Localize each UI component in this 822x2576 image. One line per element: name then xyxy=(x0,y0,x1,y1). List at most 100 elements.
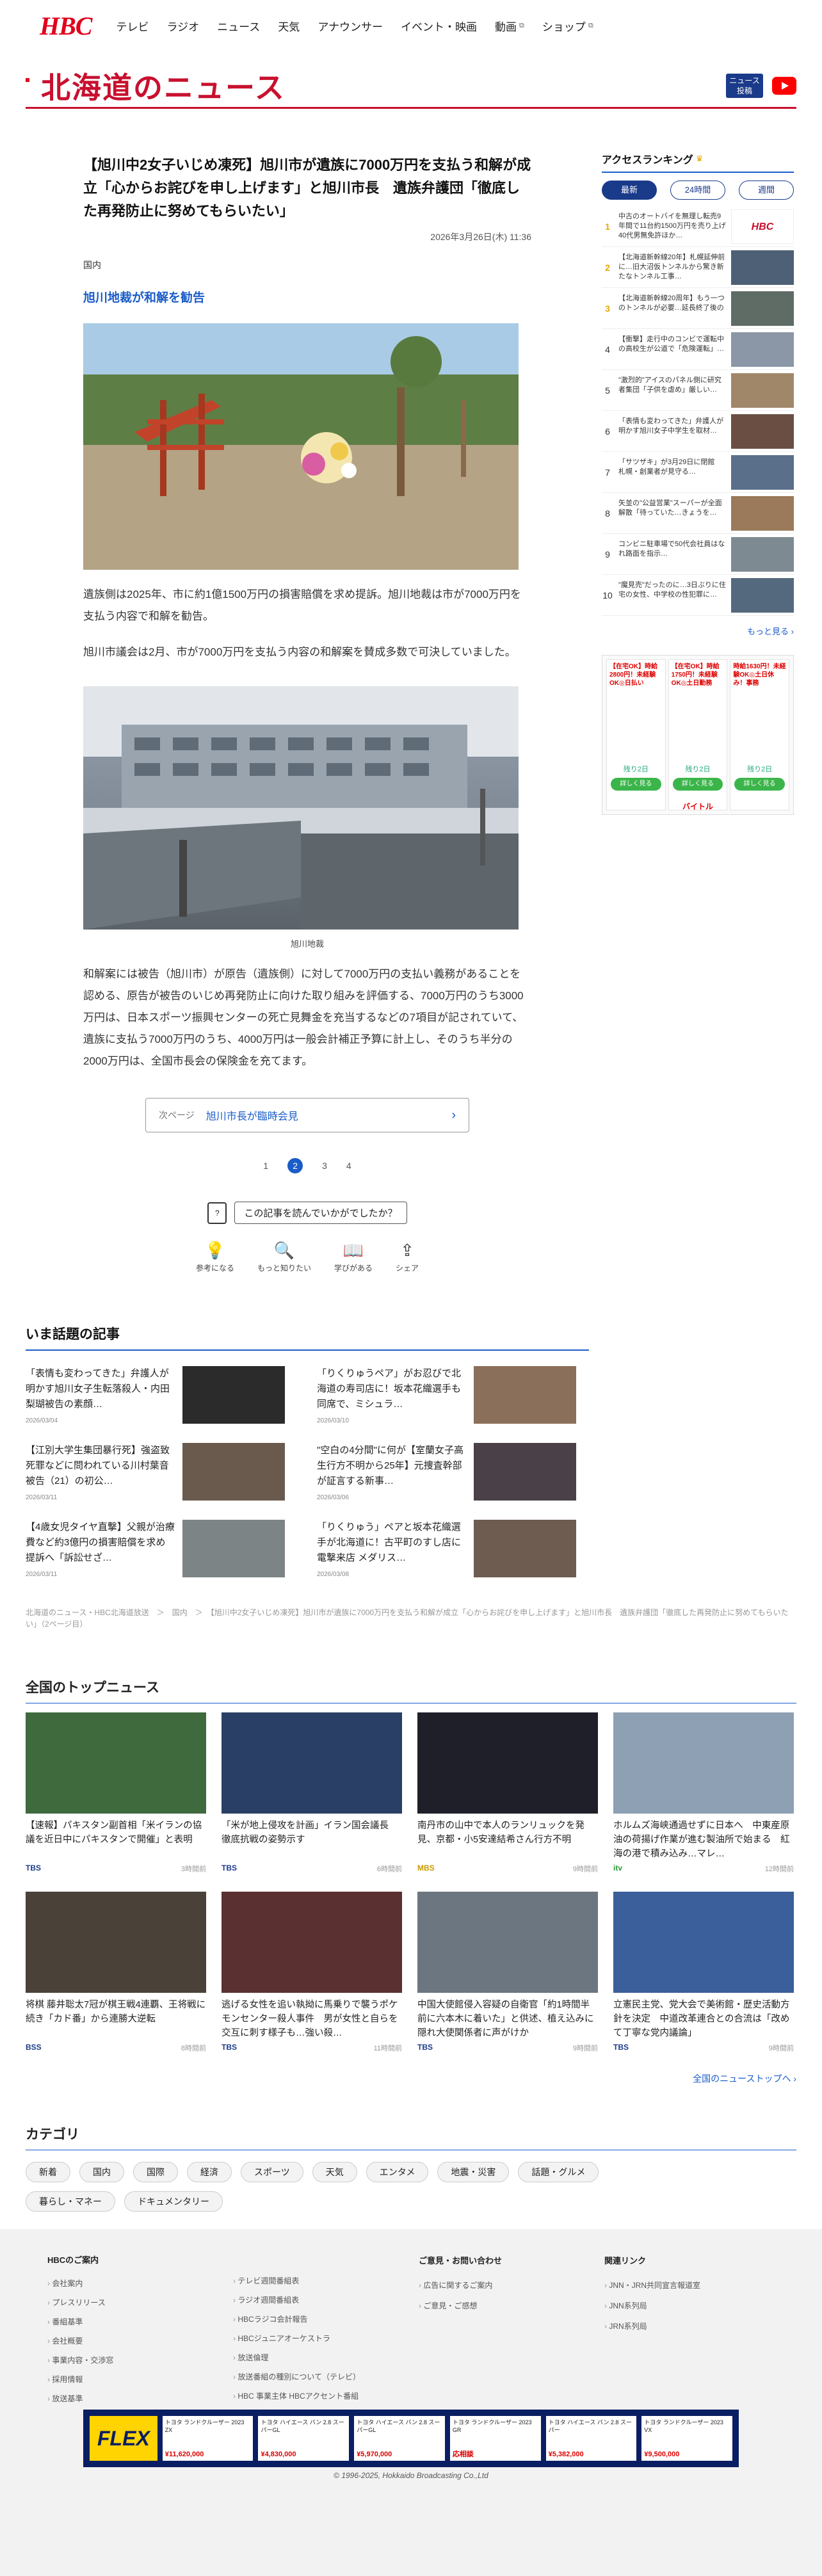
ad-detail-button[interactable]: 詳しく見る xyxy=(734,778,786,791)
breadcrumb[interactable]: 北海道のニュース・HBC北海道放送 ＞ 国内 ＞ 【旭川中2女子いじめ凍死】旭川… xyxy=(26,1607,794,1630)
footer-link[interactable]: 放送基準 xyxy=(47,2389,233,2408)
category-lifestyle[interactable]: 暮らし・マネー xyxy=(26,2191,115,2212)
footer-link[interactable]: 広告に関するご案内 xyxy=(419,2275,604,2296)
category-new[interactable]: 新着 xyxy=(26,2162,70,2182)
ranking-item[interactable]: 4 【衝撃】走行中のコンビで運転中の高校生が公道で「危険運転」… xyxy=(602,329,794,370)
ranking-item[interactable]: 8 矢並の"公益営業"スーパーが全面解散「待っていた…きょうを… xyxy=(602,493,794,534)
news-card[interactable]: 【速報】パキスタン副首相「米イランの協議を近日中にパキスタンで開催」と表明 TBS… xyxy=(26,1712,206,1874)
ranking-item[interactable]: 5 "激烈的"アイスのパネル側に研究者集団「子供を虐め」厳しい… xyxy=(602,370,794,411)
banner-car-price: ¥5,970,000 xyxy=(357,2451,392,2458)
trending-headline: 「りくりゅうペア」がお忍びで北海道の寿司店に！坂本花織選手も同席で、ミシュラ… xyxy=(317,1368,462,1410)
page-1[interactable]: 1 xyxy=(263,1161,268,1171)
hbc-logo[interactable]: HBC xyxy=(40,11,92,41)
footer-link[interactable]: HBCジュニアオーケストラ xyxy=(233,2329,419,2348)
ranking-more-link[interactable]: もっと見る › xyxy=(602,625,794,637)
footer-link[interactable]: テレビ週間番組表 xyxy=(233,2271,419,2290)
ad-detail-button[interactable]: 詳しく見る xyxy=(672,778,723,791)
ranking-item[interactable]: 7 「サツザキ」が3月29日に閉館 札幌・創業者が見守る… xyxy=(602,452,794,493)
category-weather[interactable]: 天気 xyxy=(312,2162,357,2182)
car-dealer-banner-ad[interactable]: FLEX トヨタ ランドクルーザー 2023 ZX ¥11,620,000 トヨタ… xyxy=(83,2410,739,2467)
nav-event[interactable]: イベント・映画 xyxy=(401,18,477,34)
ranking-item[interactable]: 9 コンビニ駐車場で50代会社員はなれ路面を指示… xyxy=(602,534,794,575)
ad-cell[interactable]: 時給1630円！未経験OK◎土日休み！事務 残り2日 詳しく見る xyxy=(730,659,790,810)
ad-cell[interactable]: 【在宅OK】時給1750円！未経験OK◎土日勤務 残り2日 詳しく見る xyxy=(668,659,728,810)
footer-link[interactable]: JNN・JRN共同宣言報道室 xyxy=(604,2275,790,2296)
trending-card[interactable]: 「りくりゅうペア」がお忍びで北海道の寿司店に！坂本花織選手も同席で、ミシュラ… 2… xyxy=(317,1366,576,1426)
nav-radio[interactable]: ラジオ xyxy=(166,18,199,34)
news-submit-button[interactable]: ニュース 投稿 xyxy=(726,73,763,98)
trending-card[interactable]: "空白の4分間"に何が【室蘭女子高生行方不明から25年】元捜査幹部が証言する新事… xyxy=(317,1443,576,1503)
reaction-want-more[interactable]: 🔍 もっと知りたい xyxy=(257,1241,311,1273)
trending-card[interactable]: 【4歳女児タイヤ直撃】父親が治療費など約3億円の損害賠償を求め提訴へ「訴訟せざ…… xyxy=(26,1520,285,1580)
nav-tv[interactable]: テレビ xyxy=(116,18,149,34)
footer-link[interactable]: JRN系列局 xyxy=(604,2316,790,2337)
banner-car[interactable]: トヨタ ハイエース バン 2.8 スーパーGL ¥4,830,000 xyxy=(258,2416,350,2461)
nav-video[interactable]: 動画 ⧉ xyxy=(495,18,524,34)
banner-car-price: ¥9,500,000 xyxy=(644,2451,680,2458)
trending-card[interactable]: 「表情も変わってきた」弁護人が明かす旭川女子生転落殺人・内田梨瑚被告の素顔… 20… xyxy=(26,1366,285,1426)
footer-link[interactable]: 放送倫理 xyxy=(233,2348,419,2367)
category-domestic[interactable]: 国内 xyxy=(79,2162,124,2182)
footer-link[interactable]: 会社案内 xyxy=(47,2274,233,2293)
trending-card[interactable]: 【江別大学生集団暴行死】強盗致死罪などに問われている川村葉音被告（21）の初公…… xyxy=(26,1443,285,1503)
tab-weekly[interactable]: 週間 xyxy=(739,181,794,200)
tab-latest[interactable]: 最新 xyxy=(602,181,657,200)
banner-car[interactable]: トヨタ ハイエース バン 2.8 スーパーGL ¥5,970,000 xyxy=(354,2416,445,2461)
ad-detail-button[interactable]: 詳しく見る xyxy=(611,778,661,791)
footer-link[interactable]: HBC 事業主体 HBCアクセント番組 xyxy=(233,2387,419,2406)
footer-link[interactable]: 事業内容・交渉窓 xyxy=(47,2351,233,2370)
article-category[interactable]: 国内 xyxy=(83,259,531,271)
next-page-link[interactable]: 次ページ 旭川市長が臨時会見 › xyxy=(145,1098,469,1132)
banner-car[interactable]: トヨタ ハイエース バン 2.8 スーパー ¥5,382,000 xyxy=(545,2416,637,2461)
page-3[interactable]: 3 xyxy=(322,1161,327,1171)
footer-link[interactable]: プレスリリース xyxy=(47,2293,233,2312)
trending-card[interactable]: 「りくりゅう」ペアと坂本花織選手が北海道に！古平町のすし店に電撃来店 メダリス…… xyxy=(317,1520,576,1580)
top-news-more-link[interactable]: 全国のニューストップへ › xyxy=(0,2072,796,2085)
footer-link[interactable]: HBCラジコ会計報告 xyxy=(233,2310,419,2329)
nav-shop[interactable]: ショップ ⧉ xyxy=(542,18,593,34)
nav-news[interactable]: ニュース xyxy=(217,18,260,34)
footer-link[interactable]: 番組基準 xyxy=(47,2312,233,2331)
nav-announcer[interactable]: アナウンサー xyxy=(318,18,383,34)
category-topics[interactable]: 話題・グルメ xyxy=(518,2162,599,2182)
news-card[interactable]: 中国大使館侵入容疑の自衛官「約1時間半前に六本木に着いた」と供述、植え込みに隠れ… xyxy=(417,1892,598,2053)
ranking-item[interactable]: 6 「表情も変わってきた」弁護人が明かす旭川女子中学生を取材… xyxy=(602,411,794,452)
category-entertainment[interactable]: エンタメ xyxy=(366,2162,429,2182)
ranking-item[interactable]: 3 【北海道新幹線20周年】もう一つのトンネルが必要…延長終了後の xyxy=(602,288,794,329)
category-disaster[interactable]: 地震・災害 xyxy=(437,2162,510,2182)
banner-car[interactable]: トヨタ ランドクルーザー 2023 GR 応相談 xyxy=(449,2416,541,2461)
footer-link[interactable]: 採用情報 xyxy=(47,2370,233,2389)
footer-link[interactable]: 放送番組の種別について（テレビ） xyxy=(233,2367,419,2387)
footer-link[interactable]: ラジオ週間番組表 xyxy=(233,2290,419,2310)
ad-cell[interactable]: 【在宅OK】時給2800円！未経験OK◎日払い 残り2日 詳しく見る xyxy=(606,659,666,810)
news-card[interactable]: 将棋 藤井聡太7冠が棋王戦4連覇、王将戦に続き「カド番」から連勝大逆転 BSS 8時… xyxy=(26,1892,206,2053)
news-card[interactable]: 逃げる女性を追い執拗に馬乗りで襲うポケモンセンター殺人事件 男が女性と自らを交互… xyxy=(222,1892,402,2053)
news-card[interactable]: 「米が地上侵攻を計画」イラン国会議長 徹底抗戦の姿勢示す TBS 6時間前 xyxy=(222,1712,402,1874)
share-button[interactable]: ⇪ シェア xyxy=(396,1241,419,1273)
footer-link[interactable]: ご意見・ご感想 xyxy=(419,2296,604,2316)
ranking-item[interactable]: 10 "魔見売"だったのに…3日ぶりに住宅の女性、中学校の性犯罪に… xyxy=(602,575,794,616)
news-image xyxy=(613,1892,794,1993)
reaction-helpful[interactable]: 💡 参考になる xyxy=(196,1241,234,1273)
tab-24h[interactable]: 24時間 xyxy=(670,181,725,200)
job-ad[interactable]: 【在宅OK】時給2800円！未経験OK◎日払い 残り2日 詳しく見る 【在宅OK】時… xyxy=(602,655,794,815)
footer-link[interactable]: 会社概要 xyxy=(47,2331,233,2351)
category-economy[interactable]: 経済 xyxy=(187,2162,232,2182)
category-documentary[interactable]: ドキュメンタリー xyxy=(124,2191,223,2212)
page-2-current[interactable]: 2 xyxy=(287,1158,303,1173)
youtube-icon[interactable] xyxy=(772,76,796,95)
banner-car[interactable]: トヨタ ランドクルーザー 2023 ZX ¥11,620,000 xyxy=(162,2416,254,2461)
banner-car[interactable]: トヨタ ランドクルーザー 2023 VX ¥9,500,000 xyxy=(641,2416,732,2461)
news-card[interactable]: 立憲民主党、党大会で美術館・歴史活動方針を決定 中道改革連合との合流は「改めて丁… xyxy=(613,1892,794,2053)
news-card[interactable]: ホルムズ海峡通過せずに日本へ 中東産原油の荷揚げ作業が進む製油所で始まる 紅海の… xyxy=(613,1712,794,1874)
ranking-item[interactable]: 2 【北海道新幹線20年】札幌延伸前に…旧大沼仮トンネルから驚き新たなトンネル工事… xyxy=(602,247,794,288)
news-card[interactable]: 南丹市の山中で本人のランリュックを発見、京都・小5安達結希さん行方不明 MBS 9時… xyxy=(417,1712,598,1874)
section-title[interactable]: 北海道のニュース xyxy=(26,65,286,107)
footer-link[interactable]: JNN系列局 xyxy=(604,2296,790,2316)
category-international[interactable]: 国際 xyxy=(133,2162,178,2182)
page-4[interactable]: 4 xyxy=(346,1161,351,1171)
category-sports[interactable]: スポーツ xyxy=(241,2162,303,2182)
reaction-learning[interactable]: 📖 学びがある xyxy=(334,1241,373,1273)
nav-weather[interactable]: 天気 xyxy=(278,18,300,34)
ranking-item[interactable]: 1 中古のオートバイを無理し転売9年間で11台約1500万円を売り上げ 40代男無… xyxy=(602,206,794,247)
